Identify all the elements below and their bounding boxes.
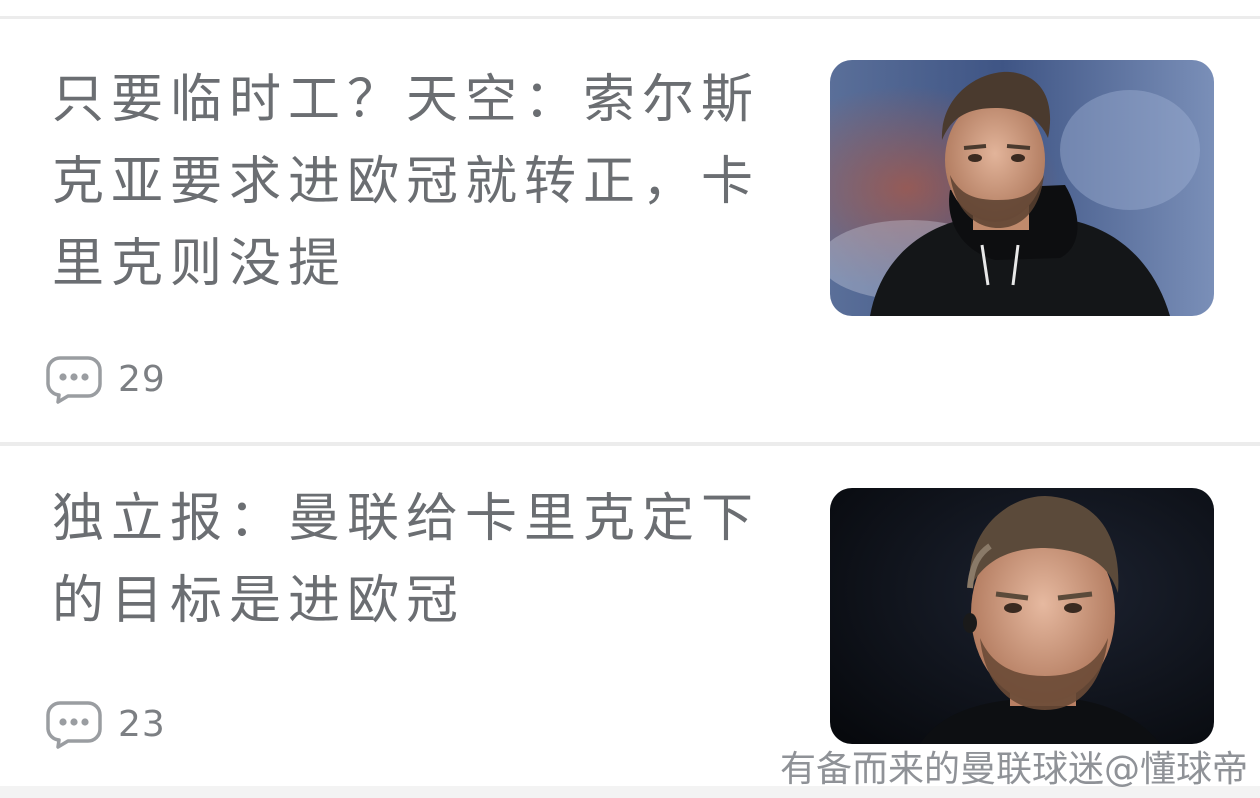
comment-meta[interactable]: 23	[46, 699, 166, 749]
comment-bubble-icon	[46, 699, 102, 749]
comment-bubble-icon	[46, 354, 102, 404]
news-thumbnail[interactable]	[830, 60, 1214, 316]
man-with-earpiece-photo	[830, 488, 1214, 744]
news-thumbnail[interactable]	[830, 488, 1214, 744]
news-title[interactable]: 只要临时工？天空：索尔斯克亚要求进欧冠就转正，卡里克则没提	[52, 59, 772, 305]
news-title[interactable]: 独立报：曼联给卡里克定下的目标是进欧冠	[52, 478, 772, 642]
news-card[interactable]: 独立报：曼联给卡里克定下的目标是进欧冠 23	[0, 446, 1260, 786]
news-feed: 只要临时工？天空：索尔斯克亚要求进欧冠就转正，卡里克则没提 29 独立报：曼联给…	[0, 0, 1260, 798]
top-divider	[0, 0, 1260, 19]
comment-count: 23	[118, 703, 166, 745]
watermark: 有备而来的曼联球迷@懂球帝	[779, 749, 1248, 790]
comment-meta[interactable]: 29	[46, 354, 166, 404]
man-in-black-jacket-photo	[830, 60, 1214, 316]
news-card[interactable]: 只要临时工？天空：索尔斯克亚要求进欧冠就转正，卡里克则没提 29	[0, 19, 1260, 442]
comment-count: 29	[118, 358, 166, 400]
